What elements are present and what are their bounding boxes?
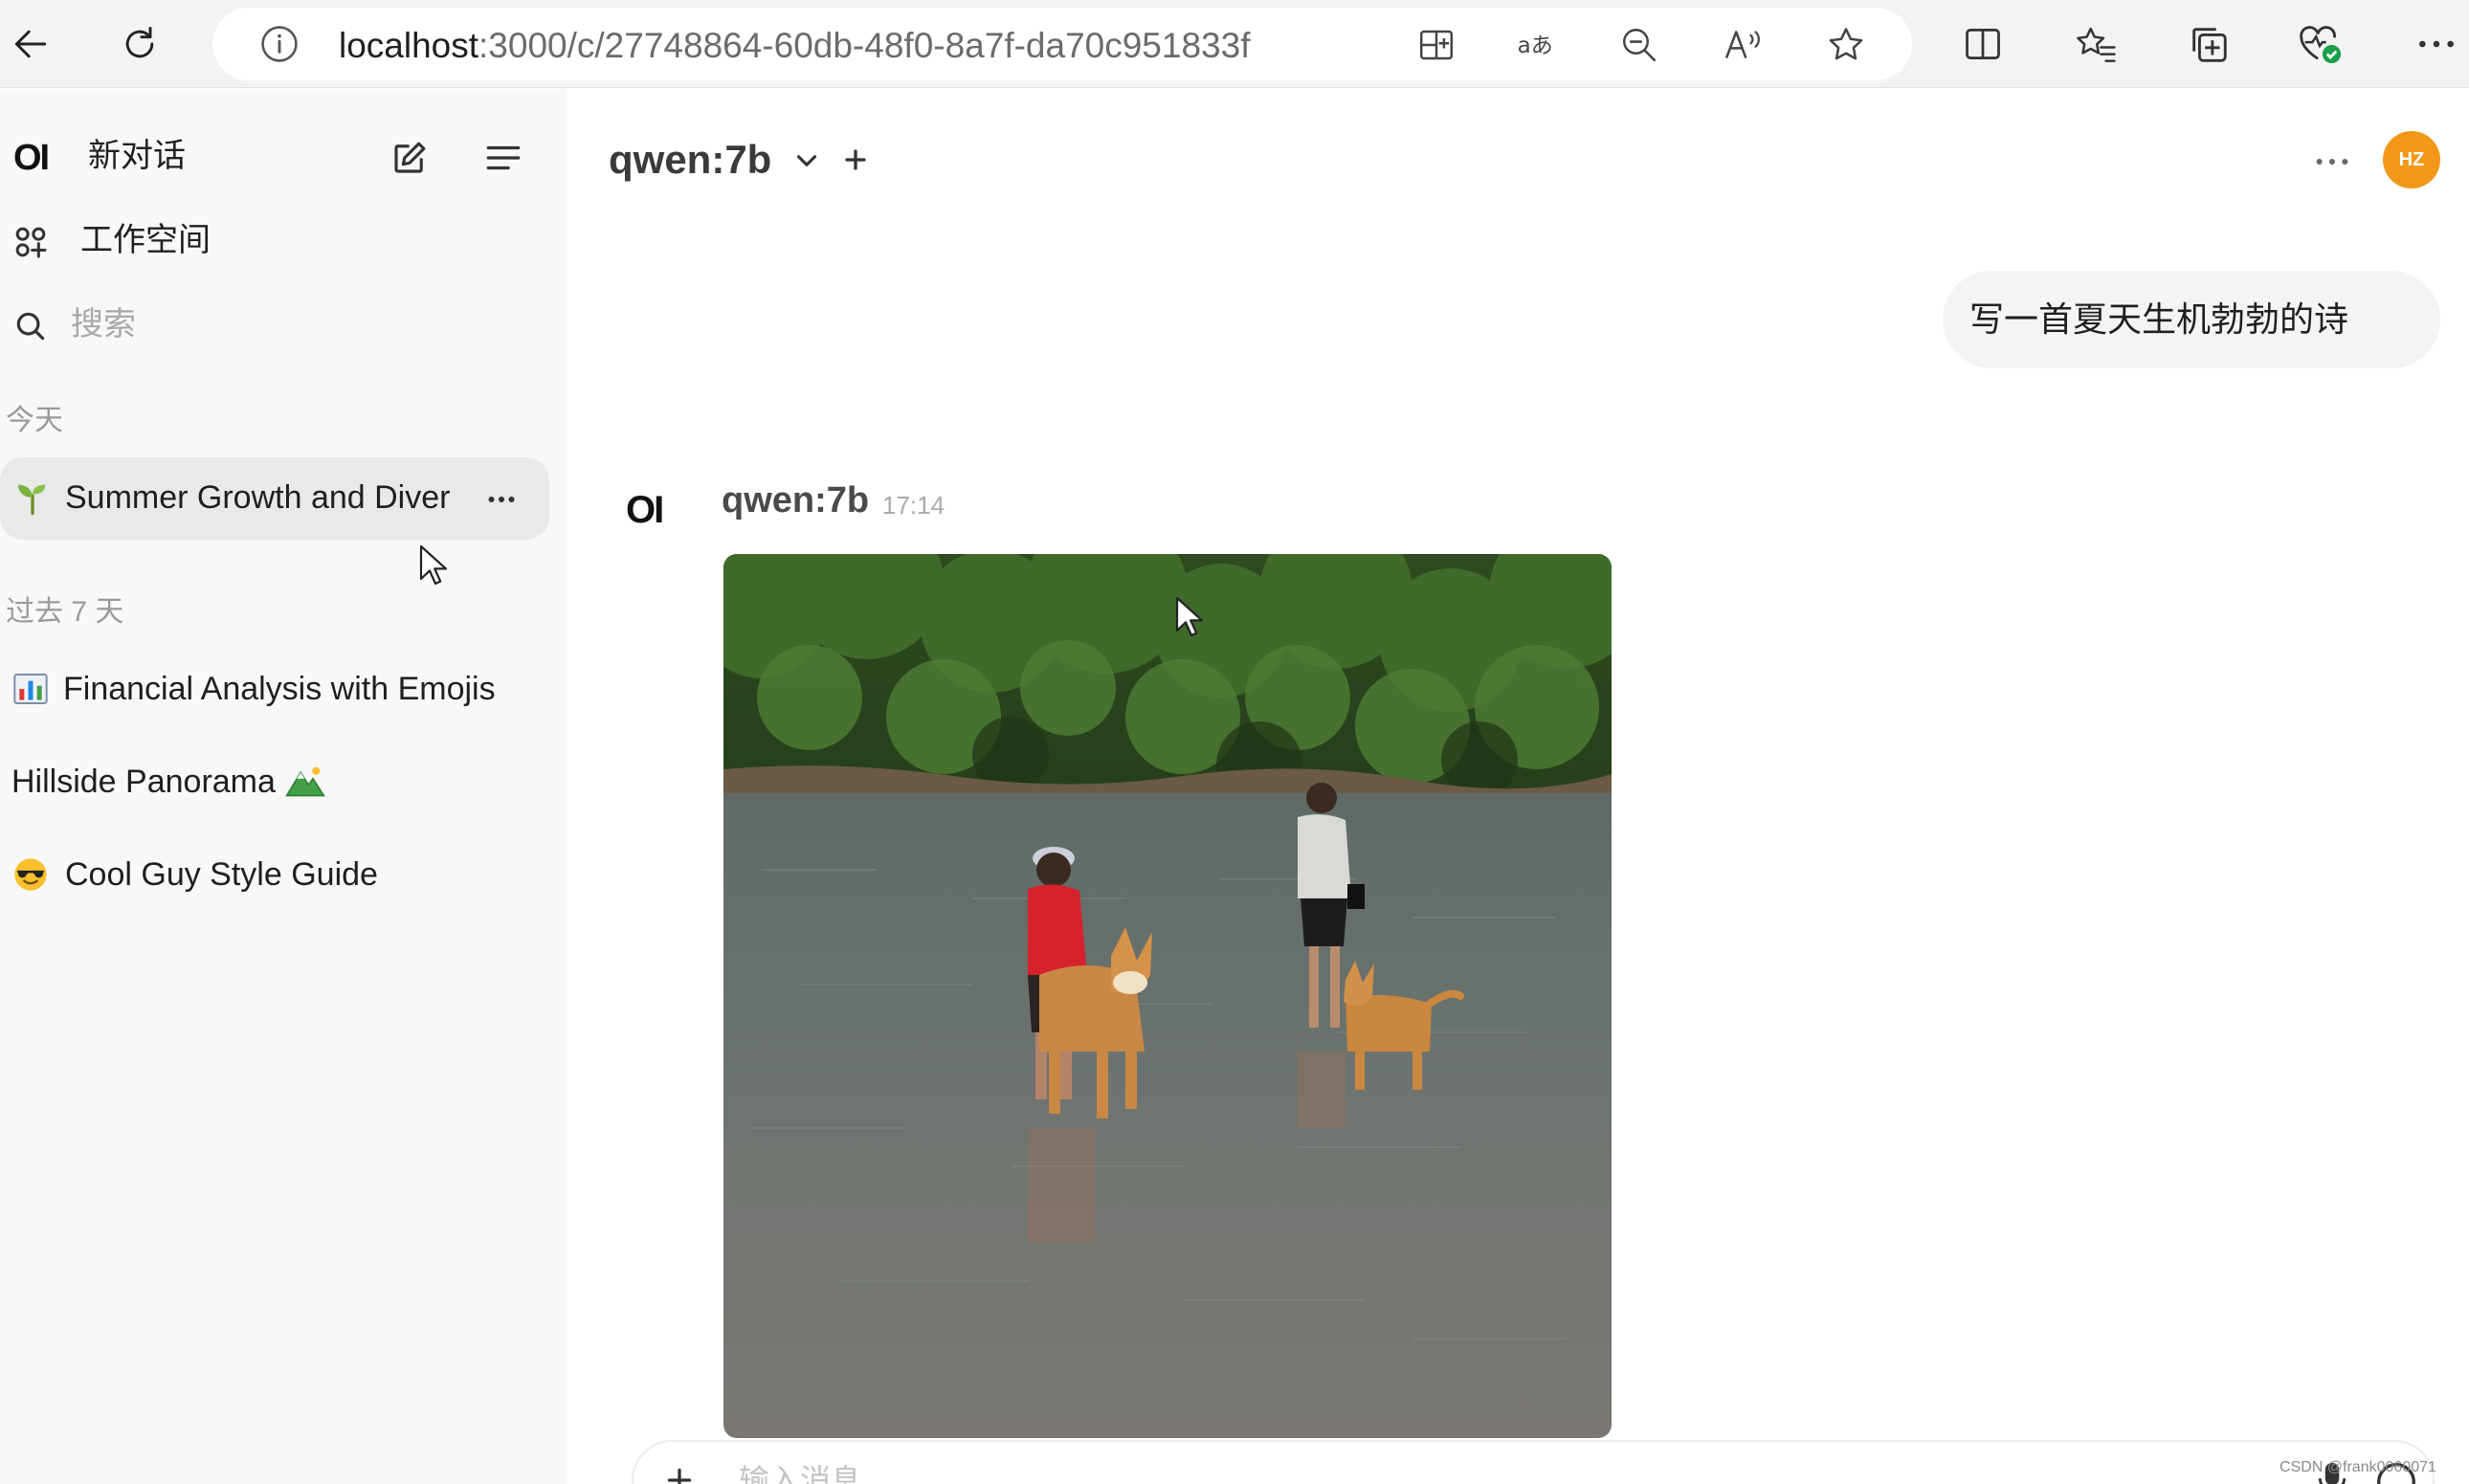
model-selector[interactable]: qwen:7b — [609, 137, 771, 183]
more-icon[interactable] — [2412, 19, 2461, 69]
browser-toolbar: localhost:3000/c/27748864-60db-48f0-8a7f… — [0, 0, 2469, 88]
search-input[interactable]: 搜索 — [71, 305, 136, 343]
sunglasses-face-icon — [11, 855, 50, 894]
address-bar[interactable]: localhost:3000/c/27748864-60db-48f0-8a7f… — [212, 8, 1912, 80]
chat-title: Cool Guy Style Guide — [65, 856, 378, 893]
info-icon[interactable] — [258, 23, 300, 65]
section-label-past-7-days: 过去 7 天 — [6, 596, 124, 628]
mouse-cursor-icon — [419, 544, 448, 586]
attach-plus-icon[interactable] — [662, 1463, 697, 1484]
new-chat-row[interactable]: OI 新对话 — [0, 89, 567, 177]
chat-item-summer-growth[interactable]: Summer Growth and Diver — [0, 457, 549, 540]
seedling-icon — [13, 478, 52, 517]
workspace-grid-icon — [10, 221, 52, 263]
chat-menu-icon[interactable] — [2308, 143, 2356, 181]
message-input[interactable]: 输入消息 — [739, 1461, 861, 1484]
watermark: CSDN @frank0060071 — [2280, 1459, 2436, 1475]
collections-icon[interactable] — [2184, 19, 2234, 69]
bar-chart-icon — [11, 670, 50, 708]
chat-item-cool-guy[interactable]: Cool Guy Style Guide — [0, 834, 549, 917]
chat-title: Hillside Panorama — [11, 764, 276, 800]
assistant-logo: OI — [626, 489, 664, 531]
new-chat-label[interactable]: 新对话 — [88, 137, 186, 175]
generated-image[interactable] — [723, 554, 1612, 1438]
brand-logo: OI — [13, 138, 50, 178]
sidebar: OI 新对话 工作空间 搜索 今天 Summer Growth and Dive… — [0, 89, 567, 1484]
user-message-bubble: 写一首夏天生机勃勃的诗 — [1943, 271, 2440, 368]
favorite-star-icon[interactable] — [1824, 23, 1868, 67]
app-available-icon[interactable] — [1414, 23, 1458, 67]
url-text[interactable]: localhost:3000/c/27748864-60db-48f0-8a7f… — [339, 27, 1250, 65]
sidebar-toggle-icon[interactable] — [482, 137, 524, 179]
read-aloud-icon[interactable] — [1721, 23, 1765, 67]
chat-main: qwen:7b HZ 写一首夏天生机勃勃的诗 OI qwen:7b 17:14 — [567, 89, 2469, 1484]
chat-options-icon[interactable] — [482, 480, 521, 519]
read-aloud-translate-icon[interactable]: aあ — [1516, 23, 1560, 67]
river-dogs-photo — [723, 554, 1612, 1438]
chat-title: Summer Growth and Diver — [65, 479, 451, 516]
favorites-icon[interactable] — [2071, 19, 2121, 69]
message-timestamp: 17:14 — [882, 491, 945, 520]
refresh-icon[interactable] — [109, 13, 170, 75]
chat-item-financial-analysis[interactable]: Financial Analysis with Emojis — [0, 649, 549, 731]
assistant-name: qwen:7b — [722, 480, 870, 521]
new-chat-edit-icon[interactable] — [389, 137, 431, 179]
workspace-row[interactable]: 工作空间 — [0, 202, 567, 278]
browser-essentials-icon[interactable] — [2295, 19, 2345, 69]
mouse-cursor-icon — [1175, 596, 1204, 637]
add-model-icon[interactable] — [838, 143, 873, 177]
svg-text:aあ: aあ — [1518, 33, 1553, 58]
split-screen-icon[interactable] — [1958, 19, 2008, 69]
url-path: :3000/c/27748864-60db-48f0-8a7f-da70c951… — [478, 26, 1251, 65]
url-host: localhost — [339, 26, 479, 65]
search-row[interactable]: 搜索 — [0, 288, 567, 365]
back-arrow-icon[interactable] — [0, 13, 61, 75]
workspace-label[interactable]: 工作空间 — [80, 221, 211, 259]
chevron-down-icon[interactable] — [790, 144, 823, 177]
avatar[interactable]: HZ — [2383, 131, 2440, 188]
section-label-today: 今天 — [6, 405, 63, 436]
mountain-icon — [285, 763, 325, 801]
user-message-text: 写一首夏天生机勃勃的诗 — [1969, 299, 2349, 339]
chat-item-hillside-panorama[interactable]: Hillside Panorama — [0, 742, 549, 824]
chat-title: Financial Analysis with Emojis — [63, 671, 496, 707]
zoom-out-icon[interactable] — [1617, 23, 1661, 67]
message-input-bar[interactable]: 输入消息 — [634, 1442, 2433, 1484]
search-icon — [10, 305, 52, 347]
